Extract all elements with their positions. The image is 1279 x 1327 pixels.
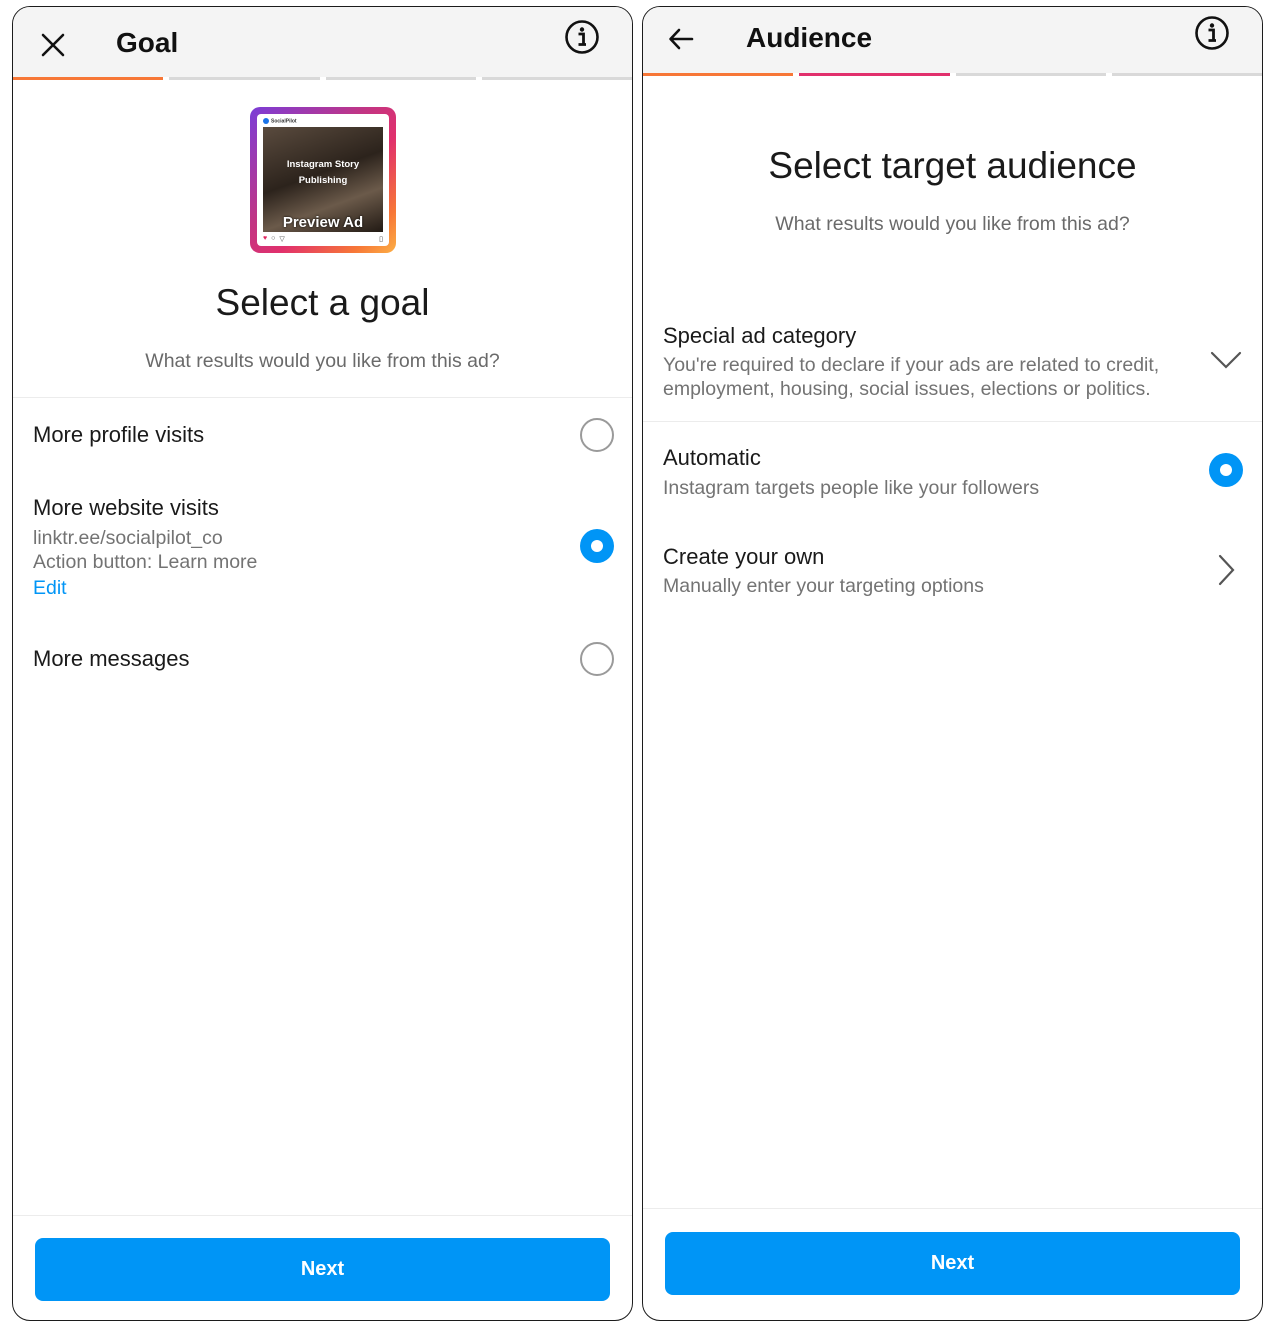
footer-divider (643, 1208, 1262, 1209)
info-icon[interactable] (564, 19, 600, 55)
ad-preview-line1: Instagram Story (286, 159, 360, 170)
chevron-down-icon[interactable] (1210, 350, 1242, 370)
website-url: linktr.ee/socialpilot_co (33, 527, 223, 549)
close-icon (41, 33, 65, 57)
chevron-right-icon[interactable] (1216, 554, 1236, 586)
progress-segment (13, 77, 164, 80)
page-header-title: Audience (746, 22, 873, 53)
ad-preview-line2: Publishing (298, 175, 348, 186)
ad-preview-card: SocialPilot Instagram Story Publishing P… (257, 114, 389, 246)
back-button[interactable] (661, 19, 701, 59)
option-label: More messages (33, 646, 190, 671)
page-subtitle: What results would you like from this ad… (145, 350, 500, 372)
divider (13, 397, 632, 398)
page-title: Select a goal (215, 282, 430, 323)
ad-preview-thumbnail[interactable]: SocialPilot Instagram Story Publishing P… (250, 107, 396, 253)
bookmark-icon: ▯ (379, 235, 383, 243)
create-own-desc: Manually enter your targeting options (663, 575, 984, 597)
progress-bar (13, 77, 632, 81)
option-label: More website visits (33, 495, 219, 520)
progress-segment (955, 73, 1106, 76)
action-button-text: Action button: Learn more (33, 551, 258, 573)
page-title: Select target audience (768, 145, 1137, 186)
comment-icon: ○ (271, 235, 276, 242)
page-header-title: Goal (116, 27, 179, 58)
create-own-label: Create your own (663, 544, 825, 569)
special-ad-category-desc: You're required to declare if your ads a… (663, 354, 1160, 376)
info-icon[interactable] (1194, 15, 1230, 51)
radio-more-messages[interactable] (580, 642, 614, 676)
share-icon: ▽ (279, 235, 285, 243)
automatic-desc: Instagram targets people like your follo… (663, 477, 1040, 499)
automatic-label: Automatic (663, 445, 761, 470)
radio-automatic[interactable] (1209, 453, 1243, 487)
close-button[interactable] (33, 25, 73, 65)
brand-logo-icon (263, 118, 269, 124)
radio-more-website-visits[interactable] (580, 529, 614, 563)
option-label: More profile visits (33, 422, 205, 447)
edit-link[interactable]: Edit (33, 577, 67, 600)
divider (643, 421, 1262, 422)
brand-label: SocialPilot (263, 118, 297, 124)
footer-divider (13, 1215, 632, 1216)
ad-preview-actions: ♥ ○ ▽ ▯ (263, 234, 383, 243)
page-subtitle: What results would you like from this ad… (775, 213, 1130, 235)
special-ad-category-desc: employment, housing, social issues, elec… (663, 378, 1151, 400)
progress-segment (799, 73, 950, 76)
back-arrow-icon (669, 28, 694, 50)
radio-more-profile-visits[interactable] (580, 418, 614, 452)
heart-icon: ♥ (263, 235, 268, 242)
progress-segment (643, 73, 794, 76)
next-button[interactable]: Next (35, 1238, 610, 1301)
progress-segment (481, 77, 632, 80)
progress-segment (325, 77, 476, 80)
audience-header: Audience (643, 7, 1262, 73)
special-ad-category-label: Special ad category (663, 323, 857, 348)
goal-header: Goal (13, 7, 632, 77)
audience-screen: Audience Select target audience What res… (642, 6, 1263, 1321)
next-button[interactable]: Next (665, 1232, 1240, 1295)
progress-segment (169, 77, 320, 80)
goal-screen: Goal SocialPilot Instagram Story Publish… (12, 6, 633, 1321)
progress-segment (1111, 73, 1262, 76)
preview-ad-label: Preview Ad (282, 214, 364, 231)
progress-bar (643, 73, 1262, 77)
